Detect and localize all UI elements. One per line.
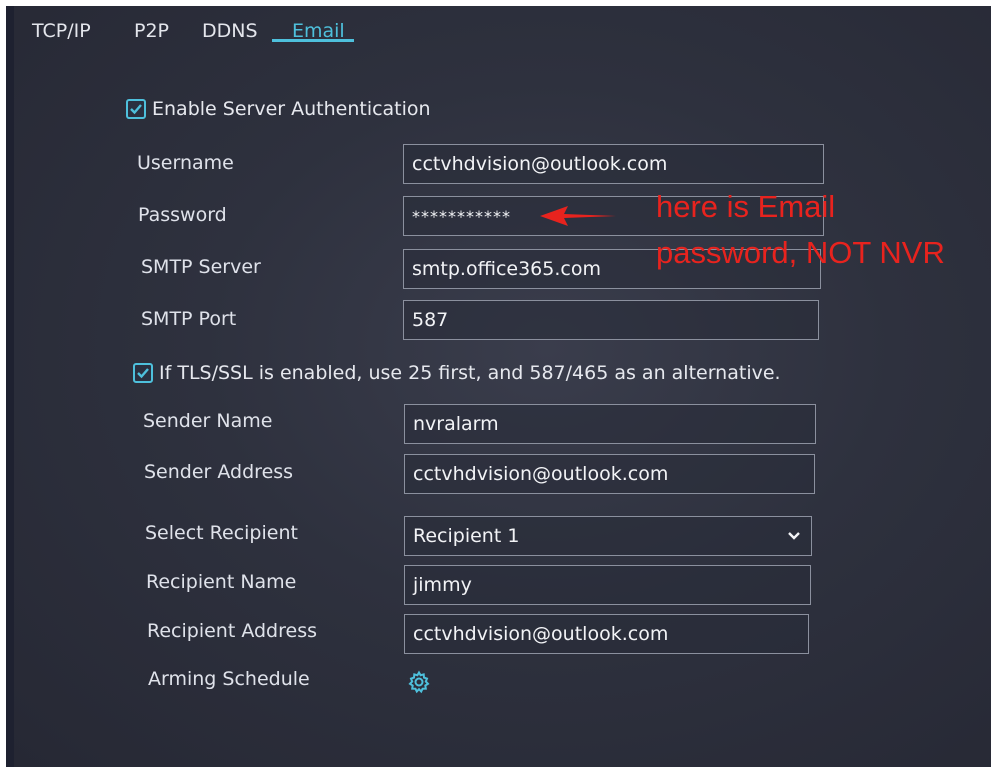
recipient-select[interactable]: Recipient 1 [404, 516, 812, 556]
chevron-down-icon [787, 529, 801, 543]
check-icon [137, 368, 149, 379]
sender-address-field[interactable]: cctvhdvision@outlook.com [404, 454, 815, 494]
username-field[interactable]: cctvhdvision@outlook.com [403, 144, 824, 184]
sender-address-label: Sender Address [144, 461, 294, 483]
screen-left-edge [6, 6, 14, 767]
tls-checkbox[interactable] [133, 363, 153, 383]
recipient-name-field[interactable]: jimmy [404, 565, 811, 605]
tab-p2p[interactable]: P2P [134, 20, 169, 42]
enable-auth-row: Enable Server Authentication [126, 98, 431, 120]
smtp-port-field[interactable]: 587 [403, 300, 819, 340]
sender-name-field[interactable]: nvralarm [404, 404, 816, 444]
annotation-line-2: password, NOT NVR [656, 235, 945, 270]
enable-auth-checkbox[interactable] [126, 99, 146, 119]
recipient-address-label: Recipient Address [147, 620, 317, 642]
tls-label: If TLS/SSL is enabled, use 25 first, and… [159, 362, 781, 384]
nvr-email-settings-screen: TCP/IP P2P DDNS Email Enable Server Auth… [6, 6, 991, 767]
smtp-port-label: SMTP Port [141, 308, 237, 330]
tab-tcpip[interactable]: TCP/IP [32, 20, 91, 42]
smtp-server-label: SMTP Server [141, 256, 261, 278]
check-icon [130, 104, 142, 115]
recipient-address-field[interactable]: cctvhdvision@outlook.com [404, 614, 809, 654]
arming-schedule-label: Arming Schedule [148, 668, 310, 690]
select-recipient-label: Select Recipient [145, 522, 298, 544]
tls-row: If TLS/SSL is enabled, use 25 first, and… [133, 362, 781, 384]
annotation-line-1: here is Email [656, 189, 836, 224]
gear-icon[interactable] [407, 670, 431, 694]
annotation-text: here is Email password, NOT NVR [656, 184, 945, 276]
sender-name-label: Sender Name [143, 410, 273, 432]
annotation-arrow [540, 206, 616, 226]
tab-ddns[interactable]: DDNS [202, 20, 258, 42]
recipient-name-label: Recipient Name [146, 571, 297, 593]
password-label: Password [138, 204, 227, 226]
username-label: Username [137, 152, 234, 174]
active-tab-indicator [272, 39, 354, 42]
enable-auth-label: Enable Server Authentication [152, 98, 431, 120]
recipient-select-value: Recipient 1 [413, 525, 520, 547]
